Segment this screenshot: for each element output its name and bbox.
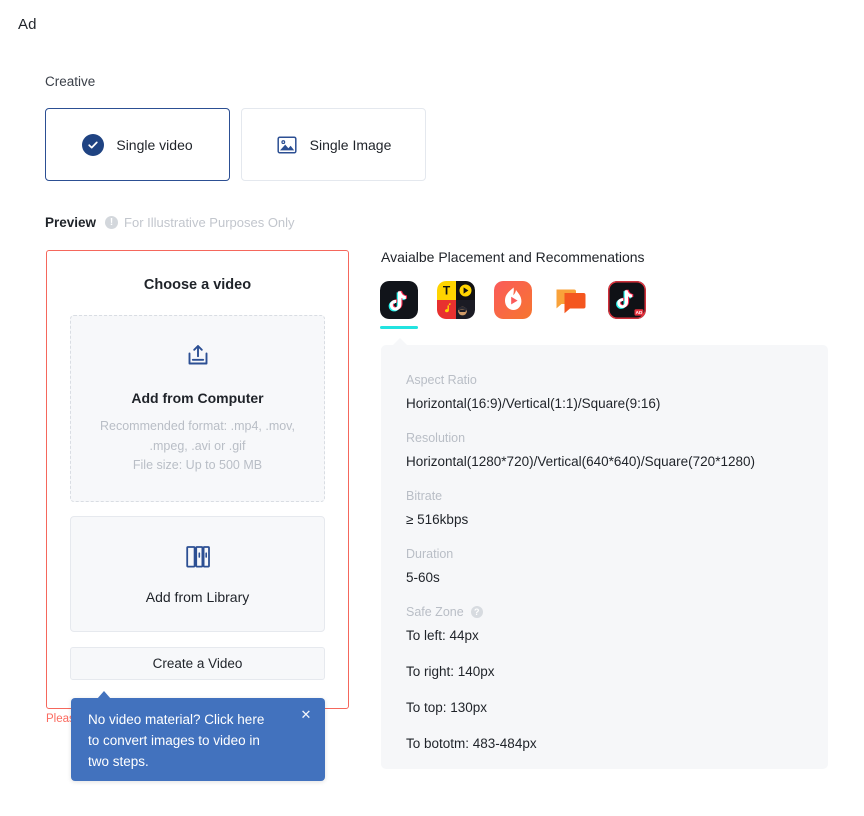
creative-options: Single video Single Image [45, 108, 426, 181]
placement-item-helo[interactable] [494, 281, 532, 329]
create-a-video-button[interactable]: Create a Video [70, 647, 325, 680]
image-icon [276, 134, 298, 156]
spec-key-bitrate-text: Bitrate [406, 489, 442, 503]
preview-label: Preview [45, 215, 96, 230]
spec-key-duration-text: Duration [406, 547, 453, 561]
books-icon [183, 543, 213, 576]
spec-value-aspect-ratio: Horizontal(16:9)/Vertical(1:1)/Square(9:… [406, 396, 804, 411]
spec-key-aspect-ratio: Aspect Ratio [406, 373, 804, 387]
tiktok-ad-icon: AD [608, 281, 646, 319]
placement-section-title: Avaialbe Placement and Recommenations [381, 249, 645, 265]
creative-option-single-video[interactable]: Single video [45, 108, 230, 181]
spec-key-safe-zone-text: Safe Zone [406, 605, 464, 619]
spec-key-aspect-ratio-text: Aspect Ratio [406, 373, 477, 387]
placement-item-topbuzz[interactable]: T [437, 281, 475, 329]
creative-option-single-image[interactable]: Single Image [241, 108, 426, 181]
spec-key-duration: Duration [406, 547, 804, 561]
tooltip-text: No video material? Click here to convert… [88, 710, 278, 773]
placement-underline-placeholder [437, 326, 475, 329]
spec-key-resolution: Resolution [406, 431, 804, 445]
topbuzz-icon: T [437, 281, 475, 319]
spec-value-resolution: Horizontal(1280*720)/Vertical(640*640)/S… [406, 454, 804, 469]
placement-underline-placeholder [608, 326, 646, 329]
illustrative-note: ! For Illustrative Purposes Only [105, 215, 295, 230]
placement-underline-placeholder [494, 326, 532, 329]
spec-key-bitrate: Bitrate [406, 489, 804, 503]
preview-header: Preview ! For Illustrative Purposes Only [45, 215, 295, 230]
check-circle-icon [82, 134, 104, 156]
upload-icon [183, 341, 213, 376]
svg-text:T: T [443, 284, 451, 298]
chat-bubbles-icon [551, 281, 589, 319]
spec-key-resolution-text: Resolution [406, 431, 465, 445]
choose-video-title: Choose a video [47, 277, 348, 293]
creative-option-label: Single video [116, 137, 192, 153]
creative-option-label: Single Image [310, 137, 392, 153]
placement-selected-underline [380, 326, 418, 329]
ad-creative-page: Ad Creative Single video Single Image [0, 0, 864, 816]
question-icon[interactable]: ? [471, 606, 483, 618]
add-from-library-title: Add from Library [146, 589, 249, 605]
placement-spec-panel: Aspect Ratio Horizontal(16:9)/Vertical(1… [381, 345, 828, 769]
add-from-computer-title: Add from Computer [131, 390, 263, 406]
helo-flame-play-icon [494, 281, 532, 319]
safe-zone-top: To top: 130px [406, 700, 804, 715]
spec-value-bitrate: ≥ 516kbps [406, 512, 804, 527]
upload-hint-line-3: File size: Up to 500 MB [100, 456, 295, 475]
illustrative-note-text: For Illustrative Purposes Only [124, 215, 295, 230]
page-title: Ad [18, 16, 37, 33]
add-from-computer-hint: Recommended format: .mp4, .mov, .mpeg, .… [100, 417, 295, 475]
safe-zone-values: To left: 44px To right: 140px To top: 13… [406, 628, 804, 751]
spec-value-duration: 5-60s [406, 570, 804, 585]
placement-item-hotsoon[interactable] [551, 281, 589, 329]
safe-zone-bottom: To bototm: 483-484px [406, 736, 804, 751]
safe-zone-left: To left: 44px [406, 628, 804, 643]
add-from-library-button[interactable]: Add from Library [70, 516, 325, 632]
svg-text:AD: AD [636, 310, 643, 315]
info-icon: ! [105, 216, 118, 229]
placement-underline-placeholder [551, 326, 589, 329]
spec-panel-notch [392, 338, 408, 346]
upload-hint-line-1: Recommended format: .mp4, .mov, [100, 417, 295, 436]
close-icon[interactable]: ✕ [298, 707, 314, 723]
creative-section-label: Creative [45, 74, 95, 89]
placement-item-tiktok[interactable] [380, 281, 418, 329]
video-chooser-panel: Choose a video Add from Computer Recomme… [46, 250, 349, 709]
tiktok-icon [380, 281, 418, 319]
placement-icon-list: T [380, 281, 646, 329]
add-from-computer-dropzone[interactable]: Add from Computer Recommended format: .m… [70, 315, 325, 502]
safe-zone-right: To right: 140px [406, 664, 804, 679]
spec-key-safe-zone: Safe Zone ? [406, 605, 804, 619]
convert-images-tooltip: No video material? Click here to convert… [71, 698, 325, 781]
upload-hint-line-2: .mpeg, .avi or .gif [100, 437, 295, 456]
placement-item-tiktok-ads[interactable]: AD [608, 281, 646, 329]
